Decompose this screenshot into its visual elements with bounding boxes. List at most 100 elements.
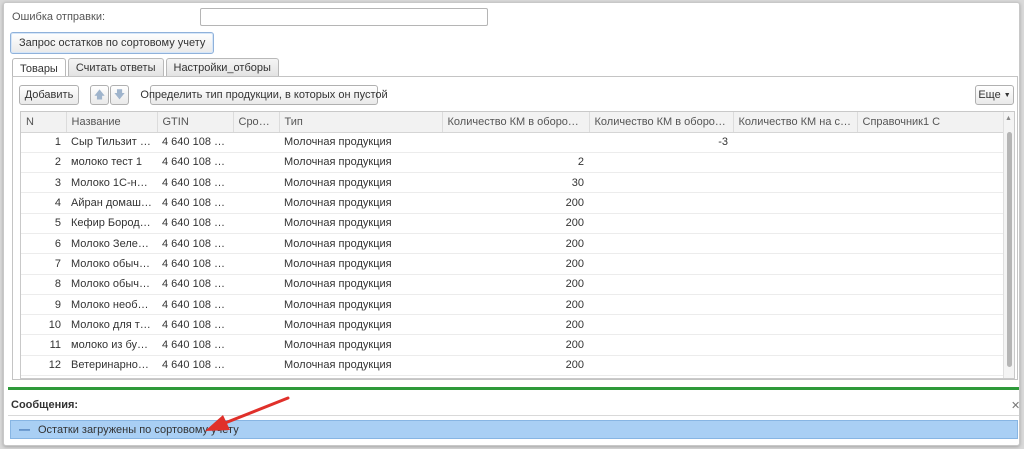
table-cell[interactable]: 6 xyxy=(21,233,66,255)
column-header[interactable]: Количество КМ на складе xyxy=(733,112,858,133)
table-cell[interactable] xyxy=(233,355,279,377)
table-cell[interactable]: 8 xyxy=(21,274,66,295)
table-cell[interactable]: -3 xyxy=(589,132,733,153)
table-cell[interactable]: Молочная продукция xyxy=(279,314,442,336)
tab-read-answers[interactable]: Считать ответы xyxy=(67,58,164,77)
table-cell[interactable] xyxy=(857,233,1004,255)
table-cell[interactable] xyxy=(857,152,1004,174)
table-cell[interactable] xyxy=(233,274,279,295)
request-stock-button[interactable]: Запрос остатков по сортовому учету xyxy=(10,32,215,54)
table-cell[interactable]: 4 640 108 66... xyxy=(157,192,233,214)
table-cell[interactable] xyxy=(589,172,733,194)
table-cell[interactable] xyxy=(857,132,1004,153)
table-cell[interactable]: 3 xyxy=(21,172,66,194)
vertical-scrollbar[interactable]: ▲ xyxy=(1003,112,1014,378)
table-cell[interactable]: Молочная продукция xyxy=(279,355,442,377)
table-cell[interactable]: 1 xyxy=(21,132,66,153)
table-cell[interactable]: Молочная продукция xyxy=(279,253,442,275)
table-cell[interactable]: 200 xyxy=(442,213,589,234)
table-cell[interactable]: 30 xyxy=(442,172,589,194)
table-cell[interactable]: Молоко обычно... xyxy=(66,274,157,295)
table-cell[interactable] xyxy=(733,253,857,275)
column-header[interactable]: N xyxy=(21,112,67,133)
table-cell[interactable] xyxy=(233,253,279,275)
table-cell[interactable] xyxy=(857,274,1004,295)
table-cell[interactable]: Ветеринарное м... xyxy=(66,355,157,377)
table-cell[interactable] xyxy=(233,314,279,336)
table-cell[interactable]: Молочная продукция xyxy=(279,152,442,174)
table-row[interactable]: 2 молоко тест 14 640 108 66... Молочная пр… xyxy=(21,152,1004,174)
table-row[interactable]: 5 Кефир Бородин... 4 640 108 66... Молочная… xyxy=(21,213,1004,234)
table-cell[interactable] xyxy=(857,355,1004,377)
table-cell[interactable]: 4 640 108 66... xyxy=(157,132,233,153)
message-item[interactable]: — Остатки загружены по сортовому учету xyxy=(10,420,1018,439)
table-cell[interactable] xyxy=(857,314,1004,336)
table-cell[interactable]: Молочная продукция xyxy=(279,132,442,153)
table-cell[interactable]: 200 xyxy=(442,294,589,316)
table-cell[interactable]: 10 xyxy=(21,314,66,336)
table-cell[interactable]: 200 xyxy=(442,355,589,377)
table-cell[interactable]: Молоко обычное xyxy=(66,253,157,275)
column-header[interactable]: Тип xyxy=(279,112,443,133)
table-cell[interactable]: 11 xyxy=(21,334,66,356)
table-cell[interactable]: Молочная продукция xyxy=(279,213,442,234)
close-icon[interactable]: ✕ xyxy=(1011,399,1019,412)
table-cell[interactable] xyxy=(733,314,857,336)
table-cell[interactable] xyxy=(589,213,733,234)
table-cell[interactable]: Молочная продукция xyxy=(279,233,442,255)
scrollbar-thumb[interactable] xyxy=(1007,132,1012,367)
table-cell[interactable]: 2 xyxy=(442,152,589,174)
table-cell[interactable]: 4 640 108 66... xyxy=(157,294,233,316)
table-cell[interactable] xyxy=(589,334,733,356)
table-cell[interactable]: 4 xyxy=(21,192,66,214)
table-cell[interactable]: 4 640 108 66... xyxy=(157,172,233,194)
table-cell[interactable] xyxy=(733,294,857,316)
table-cell[interactable]: 200 xyxy=(442,253,589,275)
table-cell[interactable] xyxy=(233,213,279,234)
table-row[interactable]: 11 молоко из буйво... 4 640 108 66... Молоч… xyxy=(21,334,1004,356)
table-cell[interactable]: 200 xyxy=(442,334,589,356)
table-cell[interactable] xyxy=(589,233,733,255)
table-cell[interactable] xyxy=(233,294,279,316)
table-cell[interactable] xyxy=(233,192,279,214)
column-header[interactable]: GTIN xyxy=(157,112,234,133)
table-cell[interactable]: 200 xyxy=(442,274,589,295)
add-button[interactable]: Добавить xyxy=(19,85,79,105)
table-cell[interactable] xyxy=(733,192,857,214)
table-cell[interactable] xyxy=(733,132,857,153)
table-cell[interactable] xyxy=(733,152,857,174)
scroll-up-icon[interactable]: ▲ xyxy=(1005,115,1012,122)
define-product-type-button[interactable]: Определить тип продукции, в которых он п… xyxy=(140,85,388,105)
more-button[interactable]: Еще ▼ xyxy=(975,85,1014,105)
table-cell[interactable]: 2 xyxy=(21,152,66,174)
table-cell[interactable] xyxy=(733,213,857,234)
column-header[interactable]: Срок ... xyxy=(233,112,280,133)
table-row[interactable]: 8 Молоко обычно... 4 640 108 66... Молочная… xyxy=(21,274,1004,295)
table-row[interactable]: 10 Молоко для теста 4 640 108 66... Молочна… xyxy=(21,314,1004,336)
table-cell[interactable] xyxy=(442,132,589,153)
table-cell[interactable]: Кефир Бородин... xyxy=(66,213,157,234)
table-cell[interactable]: 200 xyxy=(442,192,589,214)
table-cell[interactable] xyxy=(589,253,733,275)
table-cell[interactable]: 4 640 108 66... xyxy=(157,274,233,295)
table-cell[interactable] xyxy=(233,152,279,174)
table-cell[interactable]: Молочная продукция xyxy=(279,192,442,214)
table-cell[interactable] xyxy=(733,334,857,356)
table-cell[interactable]: молоко из буйво... xyxy=(66,334,157,356)
table-row[interactable]: 12 Ветеринарное м... 4 640 108 66... Молочн… xyxy=(21,355,1004,377)
table-cell[interactable]: Молоко Зеленог... xyxy=(66,233,157,255)
table-cell[interactable] xyxy=(857,334,1004,356)
column-header[interactable]: Количество КМ в обороте ЦРПТ xyxy=(442,112,590,133)
table-cell[interactable]: 4 640 108 66... xyxy=(157,355,233,377)
table-cell[interactable]: 4 640 108 66... xyxy=(157,233,233,255)
table-cell[interactable] xyxy=(233,334,279,356)
table-cell[interactable]: Айран домашни... xyxy=(66,192,157,214)
table-cell[interactable]: Молоко необыч... xyxy=(66,294,157,316)
table-cell[interactable]: Молоко 1С-ника xyxy=(66,172,157,194)
table-cell[interactable] xyxy=(589,192,733,214)
table-cell[interactable] xyxy=(857,192,1004,214)
table-cell[interactable] xyxy=(589,274,733,295)
error-field[interactable] xyxy=(200,8,488,26)
arrow-down-icon[interactable]: 🡇 xyxy=(110,85,129,105)
table-cell[interactable] xyxy=(589,314,733,336)
